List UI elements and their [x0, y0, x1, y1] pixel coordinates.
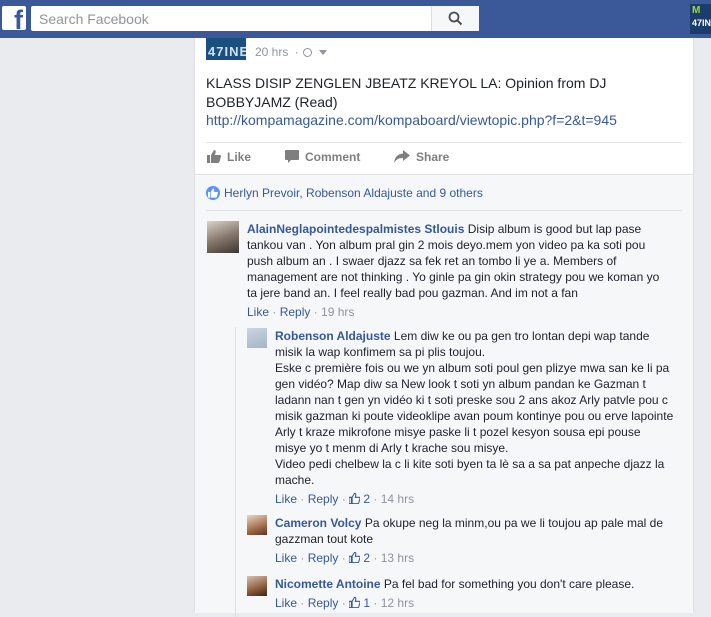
comment-meta: Like · Reply · 2 · 13 hrs [275, 551, 415, 565]
like-button[interactable]: Like [207, 150, 251, 164]
comment-reply-link[interactable]: Reply [308, 551, 339, 565]
reaction-count[interactable]: 1 [363, 596, 370, 610]
divider [206, 142, 682, 143]
likes-summary[interactable]: Herlyn Prevoir, Robenson Aldajuste and 9… [206, 186, 483, 200]
comment-author[interactable]: Nicomette Antoine [275, 577, 381, 591]
comment-time[interactable]: 19 hrs [321, 305, 354, 319]
comment-icon [285, 150, 299, 163]
comment-meta: Like · Reply · 19 hrs [247, 305, 355, 319]
post-link[interactable]: http://kompamagazine.com/kompaboard/view… [206, 112, 617, 128]
comment-meta: Like · Reply · 1 · 12 hrs [275, 596, 415, 610]
comment-time[interactable]: 12 hrs [381, 596, 414, 610]
facebook-logo-icon[interactable]: f [2, 6, 26, 34]
post-time[interactable]: 20 hrs [255, 45, 288, 59]
search-button[interactable] [431, 6, 479, 31]
comment-like-link[interactable]: Like [275, 596, 297, 610]
reaction-count[interactable]: 2 [363, 551, 370, 565]
search-icon [448, 11, 463, 26]
post-text: KLASS DISIP ZENGLEN JBEATZ KREYOL LA: Op… [206, 75, 607, 110]
comment-body: AlainNeglapointedespalmistes Stlouis Dis… [247, 221, 667, 320]
comment-body: Nicomette Antoine Pa fel bad for somethi… [275, 576, 675, 611]
thumbs-up-icon [349, 597, 361, 608]
comment-reply-link[interactable]: Reply [308, 596, 339, 610]
share-button[interactable]: Share [394, 150, 449, 164]
avatar[interactable] [247, 576, 267, 596]
avatar[interactable] [247, 515, 267, 535]
reply-thread-line [235, 327, 236, 617]
comment-text-2: Eske c première fois ou we yn album soti… [275, 361, 674, 455]
globe-icon [302, 48, 312, 57]
comment-time[interactable]: 14 hrs [381, 492, 414, 506]
comment-button[interactable]: Comment [285, 150, 360, 164]
comment-body: Cameron Volcy Pa okupe neg la minm,ou pa… [275, 515, 675, 566]
comment-author[interactable]: AlainNeglapointedespalmistes Stlouis [247, 222, 464, 236]
comment-reply-link[interactable]: Reply [308, 492, 339, 506]
like-reaction-icon [206, 186, 220, 200]
chevron-down-icon[interactable] [318, 50, 327, 56]
corner-thumbnail[interactable]: M 47INF [690, 4, 711, 34]
comments-section: Herlyn Prevoir, Robenson Aldajuste and 9… [195, 174, 693, 617]
comment-like-link[interactable]: Like [275, 551, 297, 565]
post-card: 47INE 20 hrs · KLASS DISIP ZENGLEN JBEAT… [194, 38, 694, 617]
comment-author[interactable]: Robenson Aldajuste [275, 329, 391, 343]
share-icon [394, 150, 410, 163]
comment-body: Robenson Aldajuste Lem diw ke ou pa gen … [275, 328, 675, 507]
search-input[interactable] [31, 6, 431, 31]
comment-author[interactable]: Cameron Volcy [275, 516, 361, 530]
reaction-count[interactable]: 2 [363, 492, 370, 506]
thumbs-up-icon [207, 150, 222, 163]
avatar[interactable] [207, 221, 239, 253]
top-navigation-bar: f M 47INF [0, 0, 711, 38]
comment-text-3: Video pedi chelbew la c li kite soti bye… [275, 457, 665, 487]
comment-reply-link[interactable]: Reply [280, 305, 311, 319]
thumbs-up-icon [349, 552, 361, 563]
comment-like-link[interactable]: Like [275, 492, 297, 506]
divider [206, 210, 682, 211]
comment-text: Pa fel bad for something you don't care … [383, 577, 635, 591]
thumbs-up-icon [349, 493, 361, 504]
avatar[interactable] [247, 328, 267, 348]
comment-like-link[interactable]: Like [247, 305, 269, 319]
comment-meta: Like · Reply · 2 · 14 hrs [275, 492, 415, 506]
comment-time[interactable]: 13 hrs [381, 551, 414, 565]
page-avatar[interactable]: 47INE [206, 38, 246, 60]
search-box [31, 6, 479, 31]
post-meta: 20 hrs · [255, 45, 327, 59]
